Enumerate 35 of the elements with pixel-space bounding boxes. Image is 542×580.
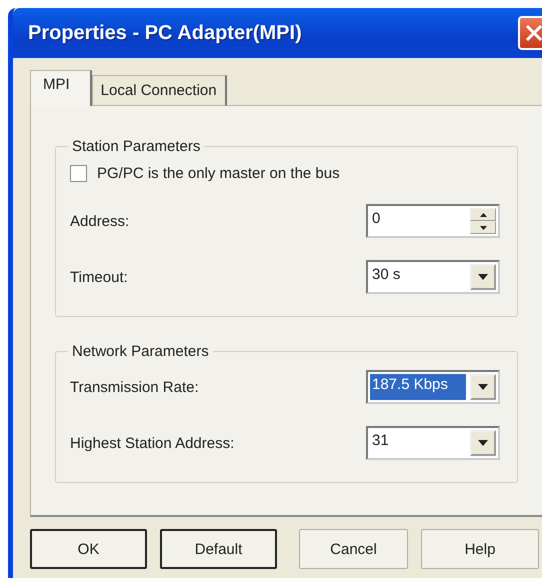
field-label: Timeout: — [70, 268, 128, 286]
dialog-button[interactable]: Cancel — [299, 529, 408, 569]
field-value: 187.5 Kbps — [370, 374, 466, 400]
caret-icon — [478, 440, 488, 446]
dropdown-button[interactable] — [470, 264, 496, 290]
dropdown-field[interactable]: 187.5 Kbps — [366, 370, 500, 404]
up-arrow-icon — [480, 212, 486, 216]
field-label: Address: — [70, 212, 130, 230]
dialog-button[interactable]: Help — [421, 529, 539, 569]
window-title: Properties - PC Adapter(MPI) — [28, 22, 302, 44]
tab[interactable]: Local Connection — [92, 75, 227, 106]
spin-field[interactable]: 0 — [366, 204, 500, 238]
group-title: Network Parameters — [71, 343, 210, 360]
dropdown-field[interactable]: 31 — [366, 426, 500, 460]
close-button[interactable] — [518, 16, 542, 50]
close-icon — [525, 24, 542, 42]
field-label: Highest Station Address: — [70, 434, 234, 452]
caret-icon — [478, 384, 488, 390]
checkbox-label: PG/PC is the only master on the bus — [97, 165, 340, 182]
field-value: 31 — [371, 431, 390, 451]
dropdown-button[interactable] — [470, 374, 496, 400]
spin-down-button[interactable] — [470, 221, 496, 234]
checkbox[interactable] — [70, 165, 87, 182]
caret-icon — [478, 274, 488, 280]
group-title: Station Parameters — [71, 138, 202, 155]
down-arrow-icon — [480, 226, 486, 230]
dialog-button[interactable]: Default — [160, 529, 277, 569]
dropdown-field[interactable]: 30 s — [366, 260, 500, 294]
dialog-button[interactable]: OK — [30, 529, 147, 569]
field-value: 30 s — [371, 265, 402, 285]
dropdown-button[interactable] — [470, 430, 496, 456]
field-label: Transmission Rate: — [70, 378, 199, 396]
tab[interactable]: MPI — [30, 70, 92, 106]
field-value: 0 — [371, 209, 382, 229]
spin-up-button[interactable] — [470, 208, 496, 221]
